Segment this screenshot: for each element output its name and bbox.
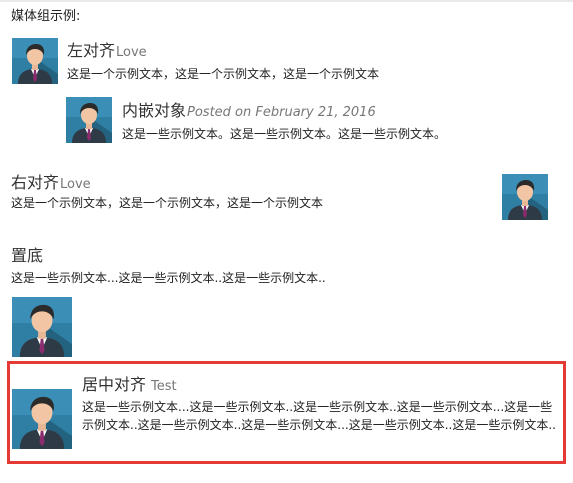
media-heading: 置底 [11, 246, 44, 265]
media-heading: 右对齐Love [11, 169, 91, 193]
section-title: 媒体组示例: [11, 9, 81, 24]
heading-text: 居中对齐 [82, 375, 147, 394]
media-body-text: 这是一个示例文本，这是一个示例文本，这是一个示例文本 [67, 67, 380, 81]
media-body-text: 这是一些示例文本。这是一些示例文本。这是一些示例文本。 [122, 127, 447, 141]
media-body-text: 这是一个示例文本，这是一个示例文本，这是一个示例文本 [11, 196, 324, 210]
top-divider [0, 0, 573, 2]
heading-small: Posted on February 21, 2016 [187, 105, 376, 120]
media-heading: 内嵌对象Posted on February 21, 2016 [122, 97, 376, 121]
heading-small: Love [60, 177, 91, 192]
user-avatar-icon [502, 174, 548, 220]
user-avatar-icon [66, 97, 112, 143]
media-body-text: 这是一些示例文本...这是一些示例文本..这是一些示例文本..这是一些示例文本.… [82, 400, 556, 432]
heading-text: 左对齐 [67, 41, 116, 60]
media-heading: 居中对齐 Test [82, 371, 177, 395]
media-heading: 左对齐Love [67, 37, 147, 61]
user-avatar-icon [12, 389, 72, 449]
heading-text: 右对齐 [11, 173, 60, 192]
heading-text: 内嵌对象 [122, 101, 187, 120]
media-body-text: 这是一些示例文本...这是一些示例文本..这是一些示例文本.. [11, 271, 326, 285]
user-avatar-icon [12, 38, 58, 84]
heading-small: Love [116, 45, 147, 60]
heading-small: Test [151, 379, 177, 394]
user-avatar-icon [12, 297, 72, 357]
